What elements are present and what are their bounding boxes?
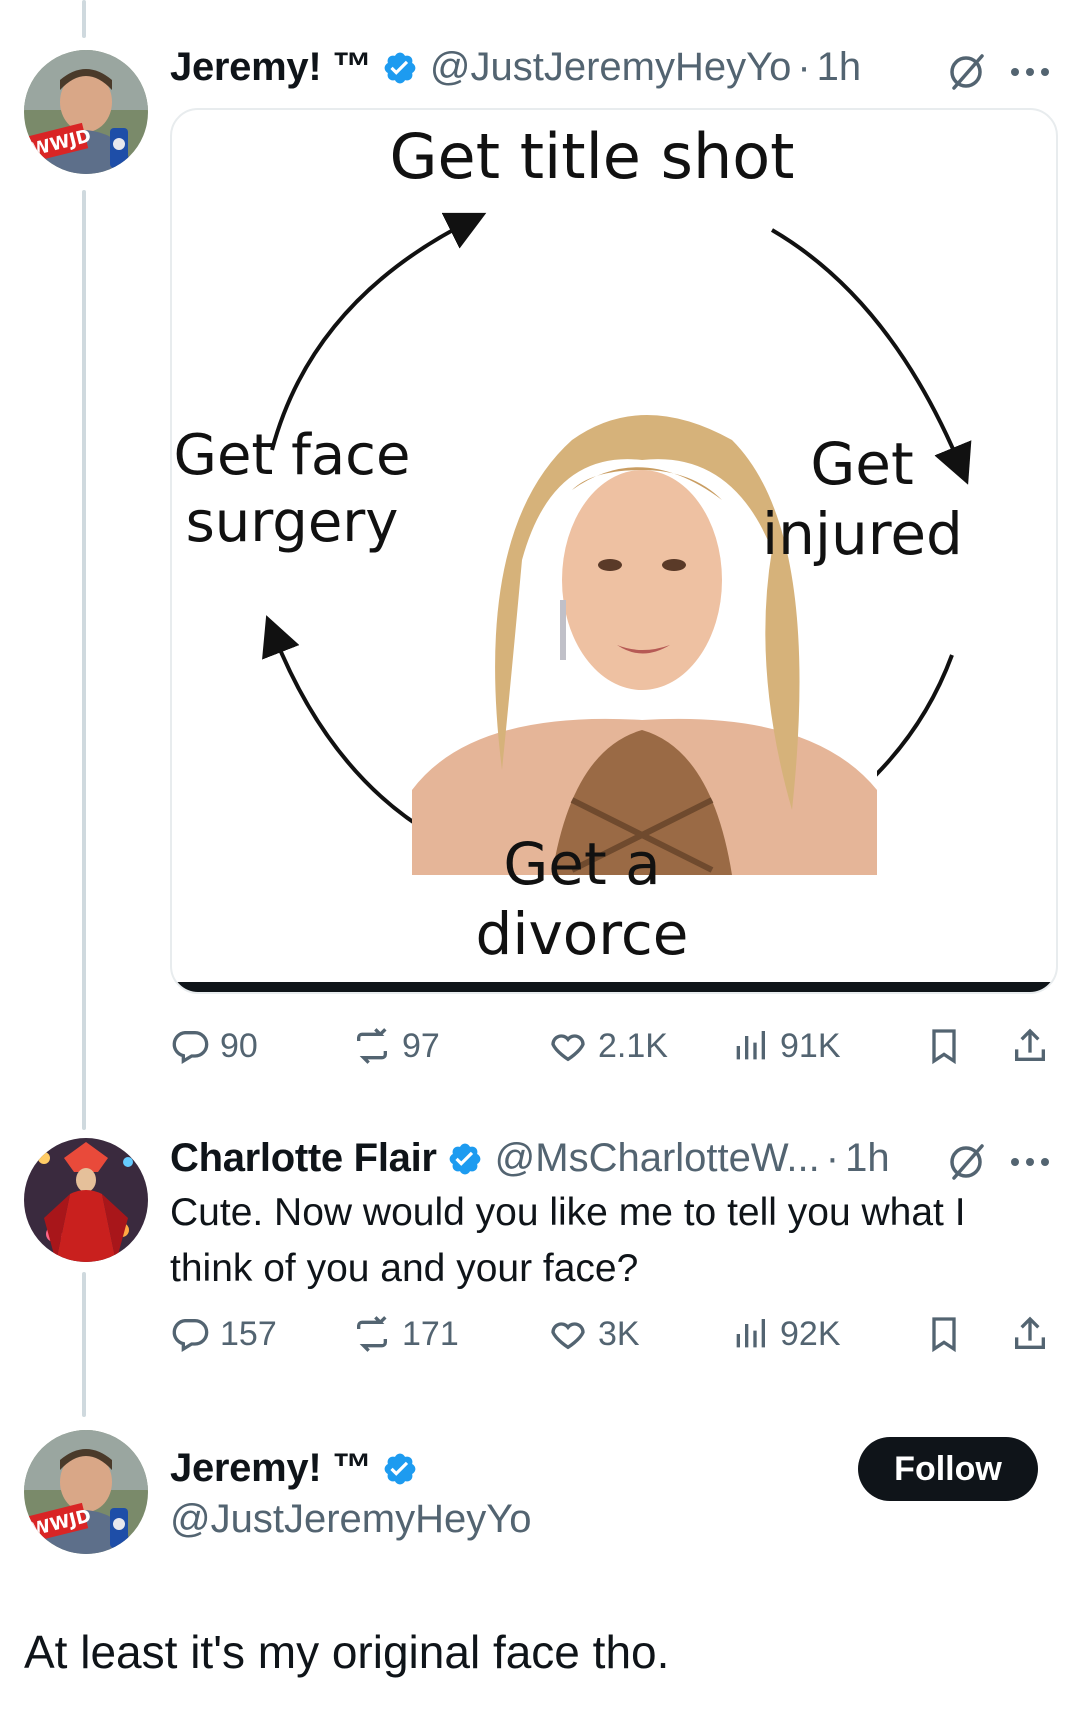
- views-count: 91K: [780, 1026, 841, 1065]
- cycle-label-left-line1: Get face: [173, 423, 411, 488]
- avatar-charlotte[interactable]: [24, 1138, 148, 1262]
- views-icon: [736, 1031, 765, 1060]
- timestamp[interactable]: 1h: [817, 45, 862, 90]
- views-count: 92K: [780, 1314, 841, 1353]
- cycle-label-right-line2: injured: [762, 499, 963, 568]
- repost-button[interactable]: 171: [352, 1314, 459, 1354]
- share-button[interactable]: [1010, 1026, 1060, 1066]
- cycle-label-bottom-line2: divorce: [475, 899, 689, 968]
- tweet2-header: Charlotte Flair @MsCharlotteW... · 1h: [170, 1136, 890, 1181]
- share-icon: [1015, 1028, 1045, 1061]
- more-icon[interactable]: [1008, 62, 1052, 82]
- reply-count: 157: [220, 1314, 277, 1353]
- cycle-label-left: Get face surgery: [172, 422, 412, 556]
- verified-badge-icon: [384, 1453, 416, 1484]
- tweet1-header: Jeremy! ™ @JustJeremyHeyYo · 1h: [170, 45, 861, 90]
- reply-icon: [172, 1319, 209, 1352]
- like-count: 3K: [598, 1314, 640, 1353]
- avatar-jeremy[interactable]: WWJD: [24, 50, 148, 174]
- timestamp[interactable]: 1h: [845, 1136, 890, 1181]
- like-button[interactable]: 2.1K: [548, 1026, 668, 1066]
- cycle-label-right-line1: Get: [810, 430, 914, 498]
- reply-button[interactable]: 157: [170, 1314, 277, 1354]
- author-handle[interactable]: @MsCharlotteW...: [495, 1136, 820, 1181]
- cycle-label-left-line2: surgery: [185, 490, 399, 556]
- verified-badge-icon: [449, 1143, 481, 1174]
- repost-icon: [357, 1028, 387, 1064]
- share-icon: [1015, 1316, 1045, 1349]
- views-icon: [736, 1319, 765, 1348]
- author-handle[interactable]: @JustJeremyHeyYo: [170, 1497, 531, 1542]
- tweet1-media-image[interactable]: Get title shot Get injured Get face surg…: [170, 108, 1058, 994]
- bookmark-icon: [932, 1029, 956, 1065]
- cycle-label-top: Get title shot: [389, 120, 795, 193]
- author-handle[interactable]: @JustJeremyHeyYo: [430, 45, 791, 90]
- reply-icon: [172, 1031, 209, 1064]
- bookmark-icon: [932, 1317, 956, 1353]
- cycle-label-bottom: Get a divorce: [432, 830, 732, 969]
- author-name[interactable]: Charlotte Flair: [170, 1136, 437, 1181]
- separator-dot: ·: [797, 45, 811, 89]
- tweet3-text: At least it's my original face tho.: [24, 1626, 670, 1678]
- like-count: 2.1K: [598, 1026, 668, 1065]
- separator-dot: ·: [825, 1136, 840, 1180]
- media-bottom-border: [172, 982, 1056, 992]
- like-icon: [551, 1322, 585, 1350]
- cycle-label-bottom-line1: Get a: [503, 830, 661, 898]
- repost-icon: [357, 1316, 387, 1352]
- thread-line-1: [82, 190, 86, 1130]
- thread-line-2: [82, 1272, 86, 1417]
- views-button[interactable]: 92K: [730, 1314, 841, 1354]
- grok-icon[interactable]: [944, 50, 988, 94]
- more-icon[interactable]: [1008, 1152, 1052, 1172]
- repost-count: 97: [402, 1026, 440, 1065]
- bookmark-button[interactable]: [924, 1026, 974, 1066]
- cycle-label-right: Get injured: [762, 430, 963, 569]
- avatar-jeremy[interactable]: WWJD: [24, 1430, 148, 1554]
- repost-button[interactable]: 97: [352, 1026, 440, 1066]
- author-name[interactable]: Jeremy! ™: [170, 45, 372, 90]
- author-name[interactable]: Jeremy! ™: [170, 1446, 372, 1491]
- follow-button[interactable]: Follow: [858, 1437, 1038, 1501]
- reply-count: 90: [220, 1026, 258, 1065]
- repost-count: 171: [402, 1314, 459, 1353]
- reply-button[interactable]: 90: [170, 1026, 258, 1066]
- verified-badge-icon: [384, 52, 416, 83]
- like-icon: [551, 1034, 585, 1062]
- bookmark-button[interactable]: [924, 1314, 974, 1354]
- like-button[interactable]: 3K: [548, 1314, 640, 1354]
- share-button[interactable]: [1010, 1314, 1060, 1354]
- tweet3-header: Jeremy! ™: [170, 1446, 418, 1491]
- views-button[interactable]: 91K: [730, 1026, 841, 1066]
- thread-line-top: [82, 0, 86, 38]
- tweet2-text: Cute. Now would you like me to tell you …: [170, 1191, 966, 1290]
- grok-icon[interactable]: [944, 1140, 988, 1184]
